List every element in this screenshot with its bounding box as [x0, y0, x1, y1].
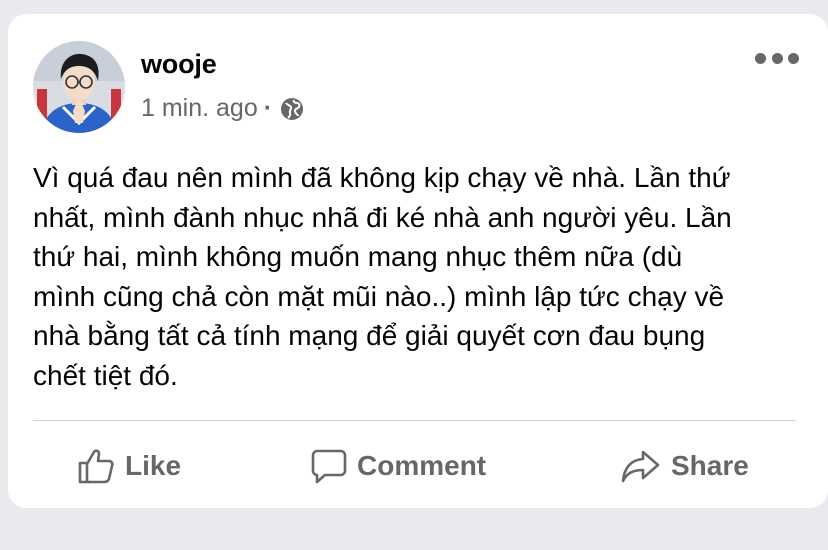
- share-button[interactable]: Share: [621, 446, 749, 486]
- like-button[interactable]: Like: [77, 446, 181, 486]
- share-icon: [621, 450, 660, 483]
- more-dot: [788, 52, 799, 64]
- post-text: Vì quá đau nên mình đã không kịp chạy về…: [33, 162, 732, 391]
- post-timestamp[interactable]: 1 min. ago: [141, 94, 258, 123]
- comment-label: Comment: [357, 450, 487, 481]
- author-name[interactable]: wooje: [141, 49, 217, 80]
- comment-button[interactable]: Comment: [311, 446, 486, 486]
- like-label: Like: [125, 450, 182, 481]
- more-dot: [771, 52, 783, 64]
- thumbs-up-icon: [78, 449, 114, 484]
- divider: [33, 420, 796, 421]
- meta-separator: ·: [263, 94, 273, 122]
- avatar[interactable]: [33, 41, 125, 133]
- post-meta: 1 min. ago ·: [141, 94, 304, 123]
- share-label: Share: [671, 450, 749, 481]
- more-dot: [755, 52, 766, 64]
- globe-icon[interactable]: [280, 97, 304, 121]
- post-card: wooje 1 min. ago · Vì quá đau nên mình đ…: [8, 14, 828, 508]
- more-options-icon[interactable]: [755, 51, 799, 65]
- comment-icon: [311, 449, 347, 484]
